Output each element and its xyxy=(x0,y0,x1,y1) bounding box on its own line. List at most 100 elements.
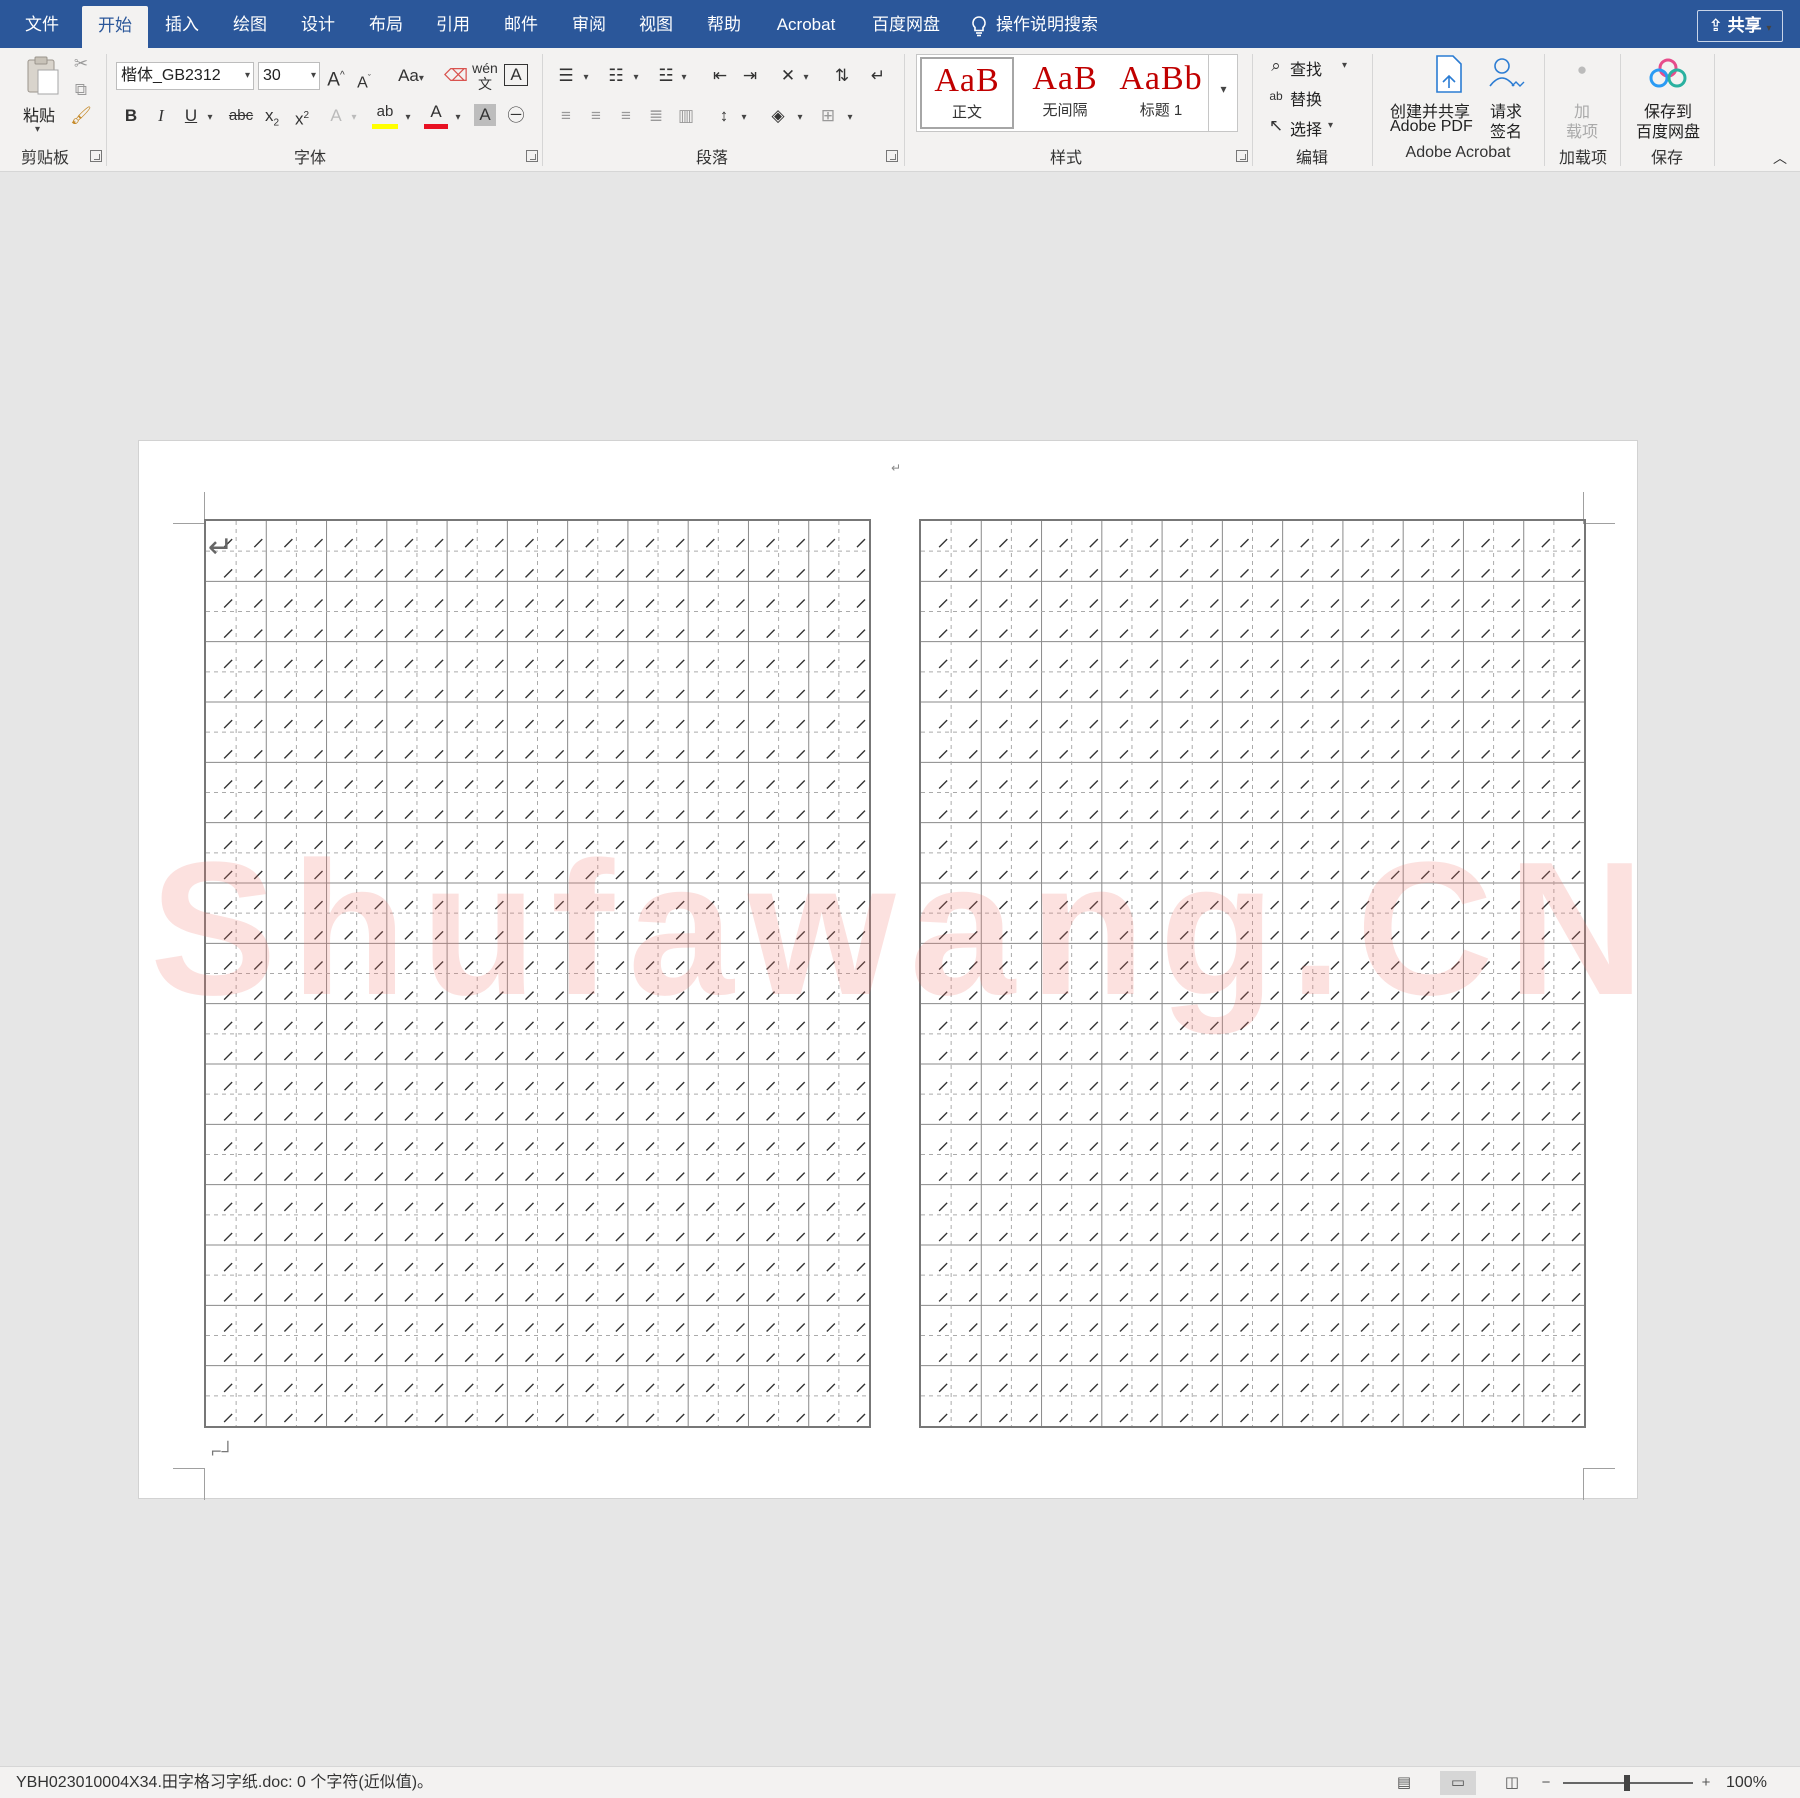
justify-icon[interactable]: ≣ xyxy=(644,104,668,128)
phonetic-guide-icon[interactable]: wén 文 xyxy=(472,60,498,92)
format-painter-icon[interactable]: 🖌 xyxy=(70,104,92,128)
style-no-spacing[interactable]: AaB 无间隔 xyxy=(1018,57,1112,129)
chevron-down-icon[interactable]: ▾ xyxy=(348,106,360,130)
shading-icon[interactable]: ◈ xyxy=(766,104,790,128)
tab-layout[interactable]: 布局 xyxy=(358,0,414,48)
clipboard-launcher-icon[interactable] xyxy=(90,150,102,162)
style-normal[interactable]: AaB 正文 xyxy=(920,57,1014,129)
chevron-down-icon[interactable]: ▾ xyxy=(580,66,592,90)
show-marks-icon[interactable]: ↵ xyxy=(866,64,890,88)
share-icon: ⇪ xyxy=(1708,16,1723,35)
addins-button[interactable]: ● 加 载项 xyxy=(1558,54,1608,141)
chevron-down-icon[interactable]: ▾ xyxy=(452,106,464,130)
chevron-down-icon[interactable]: ▾ xyxy=(794,106,806,130)
character-border-icon[interactable]: A xyxy=(504,64,528,86)
borders-icon[interactable]: ⊞ xyxy=(816,104,840,128)
tab-mailings[interactable]: 邮件 xyxy=(493,0,549,48)
zoom-out-icon[interactable]: − xyxy=(1536,1771,1556,1795)
decrease-indent-icon[interactable]: ⇤ xyxy=(708,64,732,88)
font-size-select[interactable]: 30 ▾ xyxy=(258,62,320,90)
create-pdf-button[interactable]: 创建并共享 Adobe PDF xyxy=(1386,54,1482,140)
chevron-down-icon[interactable]: ▾ xyxy=(630,66,642,90)
tab-acrobat[interactable]: Acrobat xyxy=(766,0,846,48)
tab-insert[interactable]: 插入 xyxy=(154,0,210,48)
bold-icon[interactable]: B xyxy=(120,104,142,128)
grow-font-icon[interactable]: A^ xyxy=(324,64,348,92)
change-case-button[interactable]: Aa▾ xyxy=(388,64,434,91)
chevron-down-icon[interactable]: ▾ xyxy=(204,106,216,130)
align-right-icon[interactable]: ≡ xyxy=(614,104,638,128)
chevron-down-icon[interactable]: ▾ xyxy=(844,106,856,130)
tab-baidu-netdisk[interactable]: 百度网盘 xyxy=(864,0,948,48)
align-left-icon[interactable]: ≡ xyxy=(554,104,578,128)
chinese-layout-icon[interactable]: ✕ xyxy=(776,64,800,88)
styles-more-button[interactable]: ▾ xyxy=(1208,54,1238,132)
print-layout-icon[interactable]: ▭ xyxy=(1440,1771,1476,1795)
paste-button[interactable]: 粘贴 ▾ xyxy=(18,54,66,138)
chevron-down-icon[interactable]: ▾ xyxy=(678,66,690,90)
document-page[interactable]: ↵ ↵ ⌐┘ xyxy=(138,440,1638,1500)
styles-group-label: 样式 xyxy=(1049,150,1082,167)
subscript-icon[interactable]: x2 xyxy=(260,104,284,135)
bullets-icon[interactable]: ☰ xyxy=(554,64,578,88)
web-layout-icon[interactable]: ◫ xyxy=(1494,1771,1530,1795)
strikethrough-icon[interactable]: abc xyxy=(226,104,256,128)
tell-me-search[interactable]: 操作说明搜索 xyxy=(970,0,1098,48)
find-button[interactable]: ⌕ 查找 ▾ xyxy=(1266,54,1356,80)
chevron-down-icon[interactable]: ▾ xyxy=(402,106,414,130)
chevron-down-icon[interactable]: ▾ xyxy=(800,66,812,90)
increase-indent-icon[interactable]: ⇥ xyxy=(738,64,762,88)
multilevel-list-icon[interactable]: ☳ xyxy=(654,64,678,88)
read-mode-icon[interactable]: ▤ xyxy=(1386,1771,1422,1795)
tianzige-grid-left[interactable]: ↵ xyxy=(204,519,871,1428)
tab-references[interactable]: 引用 xyxy=(425,0,481,48)
enclose-characters-icon[interactable]: ㊀ xyxy=(504,104,528,128)
addins-group-label: 加载项 xyxy=(1558,150,1607,167)
group-separator xyxy=(1620,54,1621,166)
grid-lines xyxy=(206,521,869,1426)
chevron-down-icon: ▾ xyxy=(1328,120,1334,131)
group-separator xyxy=(1372,54,1373,166)
style-heading-1[interactable]: AaBb 标题 1 xyxy=(1114,57,1208,129)
styles-launcher-icon[interactable] xyxy=(1236,150,1248,162)
shrink-font-icon[interactable]: Aˇ xyxy=(352,66,376,95)
highlight-icon[interactable]: ab xyxy=(372,100,398,129)
tab-draw[interactable]: 绘图 xyxy=(222,0,278,48)
font-launcher-icon[interactable] xyxy=(526,150,538,162)
align-center-icon[interactable]: ≡ xyxy=(584,104,608,128)
tab-home[interactable]: 开始 xyxy=(82,6,148,48)
sort-icon[interactable]: ⇅ xyxy=(830,64,854,88)
text-effects-icon[interactable]: A xyxy=(324,104,348,128)
underline-icon[interactable]: U xyxy=(180,104,202,128)
save-to-baidu-button[interactable]: 保存到 百度网盘 xyxy=(1632,54,1704,141)
replace-button[interactable]: ab 替换 xyxy=(1266,84,1356,110)
italic-icon[interactable]: I xyxy=(150,104,172,128)
tianzige-grid-right[interactable] xyxy=(919,519,1586,1428)
tab-review[interactable]: 审阅 xyxy=(561,0,617,48)
font-color-icon[interactable]: A xyxy=(424,100,448,129)
copy-icon[interactable]: ⧉ xyxy=(70,78,92,102)
tab-help[interactable]: 帮助 xyxy=(696,0,752,48)
zoom-slider-thumb[interactable] xyxy=(1624,1775,1630,1791)
tab-file[interactable]: 文件 xyxy=(14,0,70,48)
distributed-icon[interactable]: ▥ xyxy=(674,104,698,128)
paragraph-launcher-icon[interactable] xyxy=(886,150,898,162)
line-spacing-icon[interactable]: ↕ xyxy=(712,104,736,128)
numbering-icon[interactable]: ☷ xyxy=(604,64,628,88)
chevron-down-icon: ▾ xyxy=(1342,60,1348,71)
paragraph-mark-icon: ↵ xyxy=(891,461,902,475)
font-name-select[interactable]: 楷体_GB2312 ▾ xyxy=(116,62,254,90)
tab-design[interactable]: 设计 xyxy=(290,0,346,48)
chevron-down-icon[interactable]: ▾ xyxy=(738,106,750,130)
tab-view[interactable]: 视图 xyxy=(628,0,684,48)
collapse-ribbon-icon[interactable]: ︿ xyxy=(1770,146,1790,170)
select-button[interactable]: ↖ 选择 ▾ xyxy=(1266,114,1356,140)
clear-formatting-icon[interactable]: ⌫ xyxy=(444,64,468,88)
share-button[interactable]: ⇪ 共享 ▾ xyxy=(1697,10,1783,42)
request-signature-button[interactable]: 请求 签名 xyxy=(1484,54,1532,141)
superscript-icon[interactable]: x2 xyxy=(290,104,314,132)
zoom-in-icon[interactable]: + xyxy=(1696,1771,1716,1795)
cut-icon[interactable]: ✂ xyxy=(70,52,92,76)
zoom-level[interactable]: 100% xyxy=(1726,1767,1767,1798)
character-shading-icon[interactable]: A xyxy=(474,104,496,126)
